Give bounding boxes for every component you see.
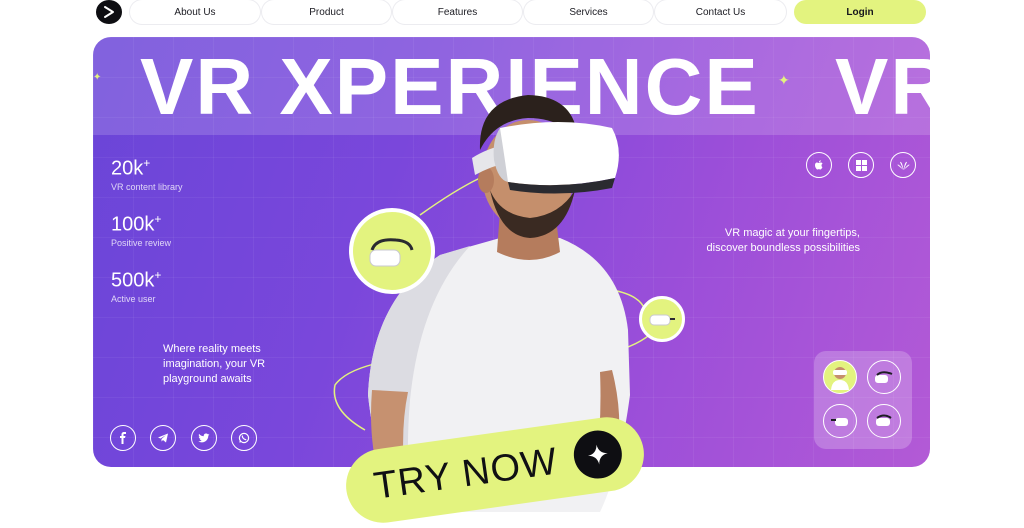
windows-platform-button[interactable] <box>848 152 874 178</box>
try-now-label: TRY NOW <box>371 439 561 508</box>
vr-headset-icon <box>369 238 414 267</box>
sparkle-icon <box>570 427 625 482</box>
apple-icon <box>815 160 823 170</box>
facebook-icon <box>120 432 126 444</box>
hero-title-repeat: VR <box>835 45 930 129</box>
twitter-icon <box>198 433 210 443</box>
nav-features[interactable]: Features <box>393 0 522 24</box>
whatsapp-icon <box>238 432 250 444</box>
login-button[interactable]: Login <box>794 0 926 24</box>
stat-content-label: VR content library <box>111 182 183 192</box>
person-vr-icon <box>831 367 849 390</box>
tagline-right: VR magic at your fingertips, discover bo… <box>706 227 860 254</box>
sparkle-icon: ✦ <box>93 72 102 83</box>
huawei-icon <box>897 161 909 170</box>
telegram-button[interactable] <box>150 425 176 451</box>
logo-button[interactable] <box>96 0 122 24</box>
stat-review-value: 100k+ <box>111 212 162 236</box>
telegram-icon <box>158 433 168 443</box>
thumbnail-headset-3[interactable] <box>867 404 901 438</box>
stat-review-label: Positive review <box>111 238 172 248</box>
tagline-left: Where reality meets imagination, your VR… <box>163 343 266 385</box>
arrow-logo-icon <box>104 6 114 18</box>
stat-user-value: 500k+ <box>111 268 162 292</box>
vr-headset-icon <box>649 314 675 326</box>
hero-title: VR XPERIENCE <box>140 42 760 131</box>
stat-content-value: 20k+ <box>111 156 151 180</box>
thumbnail-person[interactable] <box>823 360 857 394</box>
sparkle-icon: ✦ <box>778 72 790 88</box>
twitter-button[interactable] <box>191 425 217 451</box>
thumbnail-headset-1[interactable] <box>867 360 901 394</box>
nav-about-us[interactable]: About Us <box>130 0 260 24</box>
whatsapp-button[interactable] <box>231 425 257 451</box>
apple-platform-button[interactable] <box>806 152 832 178</box>
facebook-button[interactable] <box>110 425 136 451</box>
thumbnail-headset-2[interactable] <box>823 404 857 438</box>
vr-headset-icon <box>876 414 892 426</box>
nav-contact-us[interactable]: Contact Us <box>655 0 786 24</box>
windows-icon <box>855 159 867 171</box>
stat-user-label: Active user <box>111 294 156 304</box>
headset-product-large[interactable] <box>349 208 435 294</box>
nav-services[interactable]: Services <box>524 0 653 24</box>
nav-product[interactable]: Product <box>262 0 391 24</box>
vr-headset-icon <box>831 418 848 426</box>
vr-headset-icon <box>875 371 893 383</box>
headset-product-small[interactable] <box>639 296 685 342</box>
huawei-platform-button[interactable] <box>890 152 916 178</box>
